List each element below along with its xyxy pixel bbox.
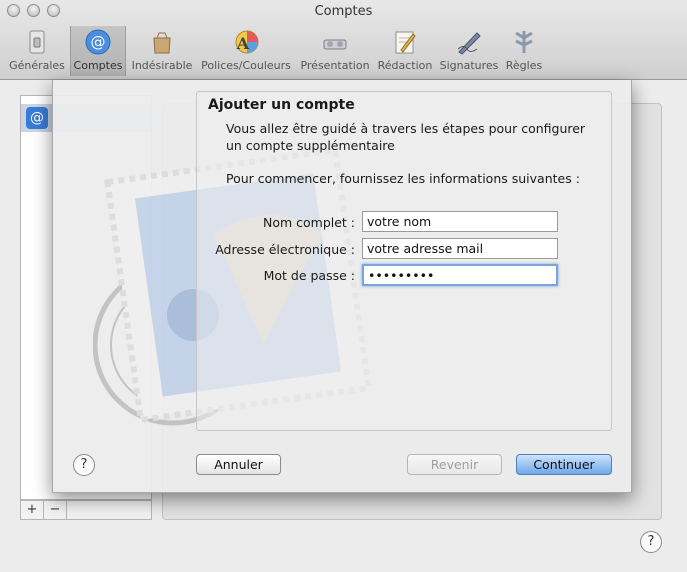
back-button[interactable]: Revenir (407, 454, 502, 475)
general-switch-icon (29, 30, 45, 54)
toolbar-label: Règles (505, 59, 543, 72)
sheet-instruction-text: Pour commencer, fournissez les informati… (226, 171, 580, 186)
toolbar-signatures[interactable]: Signatures (438, 26, 500, 76)
full-name-field[interactable] (362, 211, 558, 232)
accounts-list-toolbar: + − (20, 500, 152, 520)
fonts-colors-icon: A (235, 30, 259, 54)
window-titlebar: Comptes Générales @ Comptes Indésirable (0, 0, 687, 80)
toolbar-fonts-colors[interactable]: A Polices/Couleurs (198, 26, 294, 76)
full-name-label: Nom complet : (262, 215, 355, 230)
at-sign-icon: @ (85, 29, 111, 55)
continue-button[interactable]: Continuer (516, 454, 612, 475)
viewing-glasses-icon (323, 39, 347, 50)
junk-bag-icon (153, 32, 171, 54)
svg-text:A: A (236, 34, 250, 53)
toolbar-label: Signatures (439, 59, 499, 72)
sheet-intro-text: Vous allez être guidé à travers les étap… (226, 121, 586, 153)
rules-icon (515, 31, 533, 53)
remove-account-button[interactable]: − (44, 501, 67, 519)
add-account-button[interactable]: + (21, 501, 44, 519)
toolbar-junk[interactable]: Indésirable (128, 26, 196, 76)
sheet-help-button[interactable]: ? (73, 454, 95, 476)
toolbar-composing[interactable]: Rédaction (374, 26, 436, 76)
toolbar-label: Polices/Couleurs (201, 59, 291, 72)
toolbar-general[interactable]: Générales (6, 26, 68, 76)
cancel-button[interactable]: Annuler (196, 454, 281, 475)
toolbar-label: Générales (9, 59, 65, 72)
account-at-icon: @ (26, 107, 48, 129)
preferences-toolbar: Générales @ Comptes Indésirable A Police (0, 26, 687, 76)
toolbar-accounts[interactable]: @ Comptes (70, 26, 126, 76)
toolbar-label: Présentation (300, 59, 370, 72)
password-label: Mot de passe : (263, 268, 355, 283)
add-account-sheet: Ajouter un compte Vous allez être guidé … (52, 80, 632, 493)
toolbar-label: Indésirable (131, 59, 193, 72)
toolbar-label: Comptes (73, 59, 123, 72)
email-field[interactable] (362, 238, 558, 259)
toolbar-viewing[interactable]: Présentation (298, 26, 372, 76)
svg-text:@: @ (91, 33, 106, 51)
help-button[interactable]: ? (640, 531, 662, 553)
password-field[interactable] (362, 264, 558, 286)
composing-pencil-icon (395, 31, 416, 54)
sheet-title: Ajouter un compte (208, 97, 355, 113)
email-label: Adresse électronique : (215, 242, 355, 257)
toolbar-rules[interactable]: Règles (502, 26, 546, 76)
toolbar-label: Rédaction (377, 59, 433, 72)
signature-pen-icon (457, 32, 481, 55)
window-title: Comptes (314, 4, 373, 19)
